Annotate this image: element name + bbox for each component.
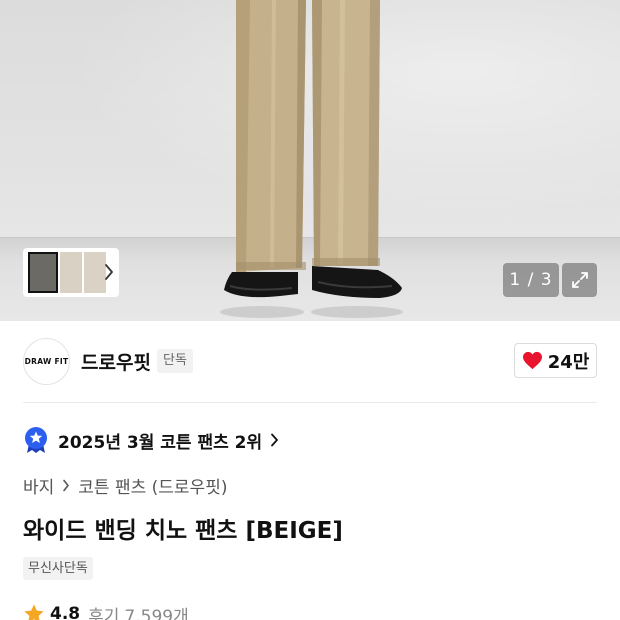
- expand-button[interactable]: [562, 263, 597, 297]
- product-title: 와이드 밴딩 치노 팬츠 [BEIGE]: [23, 518, 343, 544]
- ranking-medal-icon: [25, 427, 47, 453]
- chevron-right-icon[interactable]: [104, 263, 114, 281]
- brand-name[interactable]: 드로우핏: [81, 348, 151, 375]
- brand-logo-text: DRAW FIT: [24, 357, 69, 366]
- star-icon: [24, 604, 44, 620]
- breadcrumb-item-category[interactable]: 바지: [23, 473, 54, 498]
- thumbnail-2[interactable]: [60, 252, 82, 293]
- breadcrumb-item-subcategory[interactable]: 코튼 팬츠 (드로우핏): [78, 473, 227, 498]
- brand-logo[interactable]: DRAW FIT: [23, 338, 70, 385]
- ranking-link[interactable]: 2025년 3월 코튼 팬츠 2위: [23, 424, 279, 456]
- ranking-text: 2025년 3월 코튼 팬츠 2위: [58, 432, 263, 453]
- chevron-right-icon: [63, 479, 70, 491]
- rating-row[interactable]: 4.8 후기 7,599개: [23, 601, 189, 620]
- divider: [23, 402, 597, 403]
- image-counter: 1 / 3: [503, 263, 559, 297]
- chevron-right-icon: [271, 433, 279, 447]
- thumbnail-3[interactable]: [84, 252, 106, 293]
- thumbnail-strip[interactable]: [23, 248, 119, 297]
- brand-row: DRAW FIT 드로우핏 단독 24만: [0, 321, 620, 403]
- rating-value: 4.8: [50, 604, 81, 620]
- review-label: 후기: [88, 606, 120, 620]
- heart-icon: [522, 351, 542, 370]
- expand-icon: [571, 272, 588, 288]
- product-image-gallery[interactable]: 1 / 3: [0, 0, 620, 321]
- thumbnail-1[interactable]: [28, 252, 58, 293]
- like-button[interactable]: 24만: [514, 343, 597, 378]
- musinsa-exclusive-tag: 무신사단독: [23, 557, 93, 580]
- review-count: 7,599개: [124, 606, 189, 620]
- exclusive-badge: 단독: [157, 349, 193, 373]
- breadcrumb: 바지 코튼 팬츠 (드로우핏): [23, 472, 227, 498]
- like-count: 24만: [547, 351, 590, 373]
